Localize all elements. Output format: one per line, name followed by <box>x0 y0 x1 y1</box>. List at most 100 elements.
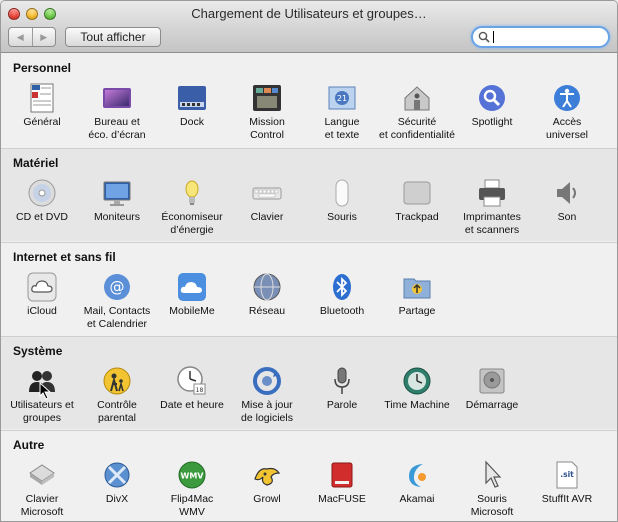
pane-son[interactable]: Son <box>529 177 605 224</box>
pane-bluetooth[interactable]: Bluetooth <box>304 271 380 318</box>
flip4mac-icon: WMV <box>176 459 208 491</box>
pane-macfuse[interactable]: MacFUSE <box>304 459 380 506</box>
cd-dvd-icon <box>26 177 58 209</box>
pane-reseau[interactable]: Réseau <box>229 271 305 318</box>
svg-text:@: @ <box>110 278 125 296</box>
divx-icon <box>101 459 133 491</box>
pane-imprimantes[interactable]: Imprimantes et scanners <box>454 177 530 237</box>
search-field[interactable] <box>471 26 610 48</box>
microsoft-mouse-icon <box>476 459 508 491</box>
pane-dock[interactable]: Dock <box>154 82 230 129</box>
spotlight-icon <box>476 82 508 114</box>
network-icon <box>251 271 283 303</box>
pane-mise-a-jour[interactable]: Mise à jour de logiciels <box>229 365 305 425</box>
chevron-left-icon: ◀ <box>16 31 24 42</box>
wmv-badge-text: WMV <box>181 472 205 481</box>
macfuse-icon <box>326 459 358 491</box>
pane-label: Bluetooth <box>319 305 365 317</box>
pane-label: Souris Microsoft <box>470 493 514 518</box>
pane-economiseur[interactable]: Économiseur d’énergie <box>154 177 230 237</box>
printer-icon <box>476 177 508 209</box>
desktop-screensaver-icon <box>101 82 133 114</box>
pane-cd-dvd[interactable]: CD et DVD <box>4 177 80 224</box>
back-forward-control: ◀ ▶ <box>8 27 56 47</box>
chevron-right-icon: ▶ <box>40 31 48 42</box>
mission-control-icon <box>251 82 283 114</box>
accessibility-icon <box>551 82 583 114</box>
pane-divx[interactable]: DivX <box>79 459 155 506</box>
pane-label: Langue et texte <box>324 116 360 141</box>
pane-growl[interactable]: Growl <box>229 459 305 506</box>
pane-label: Date et heure <box>160 399 224 411</box>
pane-label: MobileMe <box>169 305 215 317</box>
title-bar: Chargement de Utilisateurs et groupes… ◀… <box>1 1 617 53</box>
bluetooth-icon <box>326 271 358 303</box>
pane-clavier-microsoft[interactable]: Clavier Microsoft <box>4 459 80 519</box>
pane-bureau[interactable]: Bureau et éco. d’écran <box>79 82 155 142</box>
pane-akamai[interactable]: Akamai <box>379 459 455 506</box>
pane-label: Dock <box>180 116 204 128</box>
energy-saver-icon <box>176 177 208 209</box>
pane-flip4mac[interactable]: WMV Flip4Mac WMV <box>154 459 230 519</box>
pane-icloud[interactable]: iCloud <box>4 271 80 318</box>
search-icon <box>478 31 490 43</box>
mobileme-icon <box>176 271 208 303</box>
keyboard-icon <box>251 177 283 209</box>
show-all-button[interactable]: Tout afficher <box>65 27 161 47</box>
language-icon: 21 <box>326 82 358 114</box>
speech-icon <box>326 365 358 397</box>
pane-label: CD et DVD <box>16 211 68 223</box>
pane-mission-control[interactable]: Mission Control <box>229 82 305 142</box>
back-button[interactable]: ◀ <box>9 28 32 46</box>
forward-button[interactable]: ▶ <box>31 28 56 46</box>
pane-label: Accès universel <box>545 116 589 141</box>
pane-souris-microsoft[interactable]: Souris Microsoft <box>454 459 530 519</box>
pane-label: Contrôle parental <box>97 399 137 424</box>
startup-disk-icon <box>476 365 508 397</box>
pane-label: iCloud <box>27 305 57 317</box>
section-title: Autre <box>13 438 45 452</box>
section-systeme: Système Utilisateurs et groupes Contrôle… <box>1 336 617 429</box>
pane-partage[interactable]: Partage <box>379 271 455 318</box>
pane-label: Time Machine <box>384 399 450 411</box>
pane-label: DivX <box>105 493 129 505</box>
pane-demarrage[interactable]: Démarrage <box>454 365 530 412</box>
pane-label: Son <box>557 211 577 223</box>
pane-clavier[interactable]: Clavier <box>229 177 305 224</box>
pane-time-machine[interactable]: Time Machine <box>379 365 455 412</box>
pane-acces-universel[interactable]: Accès universel <box>529 82 605 142</box>
pane-label: Mission Control <box>249 116 285 141</box>
pane-mail-contacts[interactable]: @ Mail, Contacts et Calendrier <box>79 271 155 331</box>
pane-general[interactable]: Général <box>4 82 80 129</box>
software-update-icon <box>251 365 283 397</box>
pane-controle-parental[interactable]: Contrôle parental <box>79 365 155 425</box>
pane-label: Partage <box>398 305 436 317</box>
pane-date-heure[interactable]: 18 Date et heure <box>154 365 230 412</box>
pane-label: Mail, Contacts et Calendrier <box>83 305 151 330</box>
section-title: Internet et sans fil <box>13 250 116 264</box>
preference-panes: Personnel Général Bureau et éco. d’écran… <box>1 54 617 521</box>
general-icon <box>26 82 58 114</box>
pane-stuffit[interactable]: .sit StuffIt AVR <box>529 459 605 506</box>
sit-badge-text: .sit <box>560 470 574 479</box>
pane-langue[interactable]: 21 Langue et texte <box>304 82 380 142</box>
pane-trackpad[interactable]: Trackpad <box>379 177 455 224</box>
pane-moniteurs[interactable]: Moniteurs <box>79 177 155 224</box>
section-autre: Autre Clavier Microsoft DivX WMV Flip4Ma… <box>1 430 617 521</box>
pane-spotlight[interactable]: Spotlight <box>454 82 530 129</box>
svg-text:21: 21 <box>337 94 347 103</box>
pane-securite[interactable]: Sécurité et confidentialité <box>379 82 455 142</box>
pane-label: Growl <box>253 493 281 505</box>
pane-mobileme[interactable]: MobileMe <box>154 271 230 318</box>
pane-label: Économiseur d’énergie <box>161 211 223 236</box>
pane-label: Souris <box>327 211 357 223</box>
pane-label: Clavier Microsoft <box>20 493 64 518</box>
parental-controls-icon <box>101 365 133 397</box>
growl-icon <box>251 459 283 491</box>
mail-contacts-icon: @ <box>101 271 133 303</box>
pane-souris[interactable]: Souris <box>304 177 380 224</box>
pane-label: Trackpad <box>395 211 439 223</box>
pane-label: StuffIt AVR <box>541 493 593 505</box>
pane-parole[interactable]: Parole <box>304 365 380 412</box>
sharing-icon <box>401 271 433 303</box>
